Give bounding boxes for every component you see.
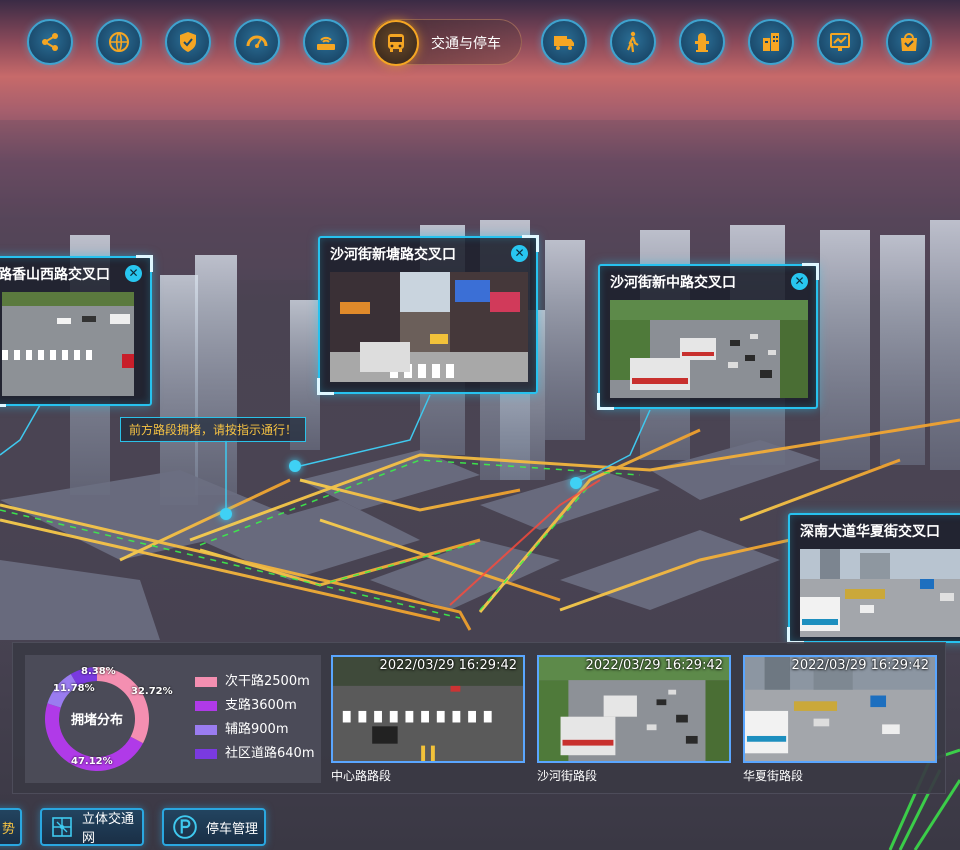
transport-network-label: 立体交通网 [82,812,135,846]
shield-icon [180,32,196,52]
close-icon[interactable]: ✕ [791,273,808,290]
globe-icon [109,32,129,52]
monitor-chart-icon [830,33,850,51]
map-pin[interactable] [220,508,232,520]
nav-shield-icon[interactable] [165,19,211,65]
legend-item: 社区道路640m [195,742,314,761]
feed-caption: 沙河街路段 [537,769,598,783]
truck-icon [554,36,574,50]
feed-caption: 华夏街路段 [743,769,804,783]
parking-management-button[interactable]: 停车管理 [162,808,266,846]
feed-caption: 中心路路段 [331,769,392,783]
camera-popup-shennan[interactable]: 深南大道华夏街交叉口 [787,513,960,644]
nav-hydrant-icon[interactable] [679,19,725,65]
network-icon [52,817,72,837]
parking-icon [173,815,197,839]
map-pin[interactable] [570,477,582,489]
feed-thumbnail-huaxia[interactable]: 2022/03/29 16:29:42 [743,655,937,763]
pct-label: 32.72% [131,686,173,697]
pct-label: 11.78% [53,683,95,694]
camera-feed-image [800,549,960,637]
feed-thumbnail-shahe[interactable]: 2022/03/29 16:29:42 [537,655,731,763]
feed-timestamp: 2022/03/29 16:29:42 [791,658,929,673]
nav-router-icon[interactable] [303,19,349,65]
legend-item: 支路3600m [195,694,297,713]
share-icon [42,33,58,51]
nav-dashboard-icon[interactable] [234,19,280,65]
nav-globe-icon[interactable] [96,19,142,65]
router-icon [317,36,335,50]
legend-item: 辅路900m [195,718,288,737]
camera-title: 深南大道华夏街交叉口 [800,524,940,540]
nav-active-label: 交通与停车 [431,36,501,52]
parking-management-label: 停车管理 [206,821,259,837]
shopping-bag-icon [901,33,917,51]
transport-network-button[interactable]: 立体交通网 [40,808,144,846]
trend-button[interactable]: 势 [0,808,22,846]
nav-traffic-parking-tab[interactable]: 交通与停车 [372,19,522,66]
camera-feed-image [610,300,808,398]
nav-shopping-bag-icon[interactable] [886,19,932,65]
pct-label: 8.38% [81,666,116,677]
donut-center-label: 拥堵分布 [71,712,123,728]
feed-thumbnail-zhongxin[interactable]: 2022/03/29 16:29:42 [331,655,525,763]
pct-label: 47.12% [71,756,113,767]
bottom-panel: 拥堵分布 8.38% 32.72% 11.78% 47.12% 次干路2500m… [12,642,946,794]
nav-building-icon[interactable] [748,19,794,65]
camera-popup-xintang[interactable]: 沙河街新塘路交叉口 ✕ [317,235,539,395]
camera-popup-xiangshan[interactable]: 路香山西路交叉口 ✕ [0,255,153,407]
map-pin[interactable] [289,460,301,472]
camera-title: 路香山西路交叉口 [0,267,110,283]
nav-pedestrian-icon[interactable] [610,19,656,65]
pedestrian-icon [626,31,639,53]
close-icon[interactable]: ✕ [125,265,142,282]
camera-feed-image [330,272,528,382]
donut-slice-0 [97,667,149,744]
building-icon [763,33,779,51]
feed-timestamp: 2022/03/29 16:29:42 [585,658,723,673]
camera-title: 沙河街新中路交叉口 [610,275,736,291]
congestion-distribution-card: 拥堵分布 8.38% 32.72% 11.78% 47.12% 次干路2500m… [25,655,321,783]
legend-item: 次干路2500m [195,670,310,689]
dashboard-icon [246,35,268,48]
hydrant-icon [695,33,709,52]
close-icon[interactable]: ✕ [511,245,528,262]
nav-monitor-chart-icon[interactable] [817,19,863,65]
camera-feed-image [2,292,134,396]
feed-timestamp: 2022/03/29 16:29:42 [379,658,517,673]
nav-share-icon[interactable] [27,19,73,65]
camera-title: 沙河街新塘路交叉口 [330,247,456,263]
nav-truck-icon[interactable] [541,19,587,65]
trend-button-label: 势 [2,821,16,837]
congestion-alert: 前方路段拥堵，请按指示通行！ [120,417,307,442]
bus-icon [373,20,419,66]
camera-popup-xinzhong[interactable]: 沙河街新中路交叉口 ✕ [597,263,819,410]
